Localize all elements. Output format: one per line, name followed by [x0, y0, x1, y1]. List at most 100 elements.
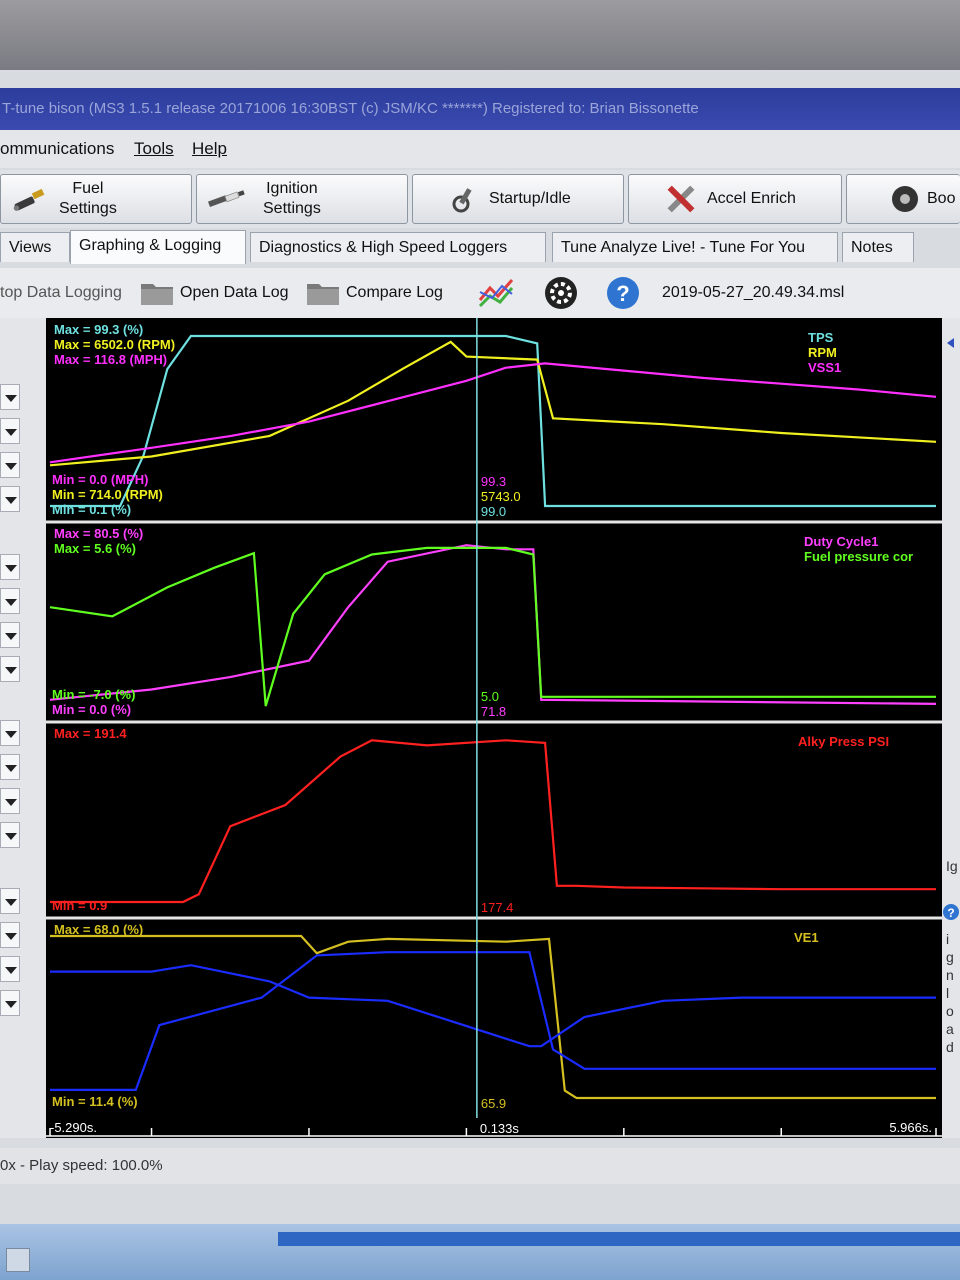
- help-icon[interactable]: ?: [943, 904, 959, 920]
- menu-tools[interactable]: Tools: [134, 130, 174, 168]
- settings-button[interactable]: [544, 268, 578, 318]
- max-label: Max = 5.6 (%): [54, 541, 136, 556]
- max-label: Max = 191.4: [54, 726, 127, 741]
- min-label: Min = -7.0 (%): [52, 687, 135, 702]
- max-label: Max = 80.5 (%): [54, 526, 143, 541]
- help-icon: ?: [607, 277, 639, 309]
- tab-graphing-logging[interactable]: Graphing & Logging: [70, 230, 246, 264]
- right-label: Ig: [946, 858, 958, 874]
- tab-views[interactable]: Views: [0, 232, 70, 262]
- menu-communications[interactable]: ommunications: [0, 130, 114, 168]
- field-selector-dropdown[interactable]: [0, 622, 20, 648]
- startup-idle-label: Startup/Idle: [489, 190, 571, 207]
- cursor-value: 5.0: [481, 689, 499, 704]
- field-selector-dropdown[interactable]: [0, 822, 20, 848]
- legend-label: VSS1: [808, 360, 841, 375]
- field-selector-dropdown[interactable]: [0, 990, 20, 1016]
- menu-help[interactable]: Help: [192, 130, 227, 168]
- help-button[interactable]: ?: [606, 268, 640, 318]
- accel-enrich-button[interactable]: Accel Enrich: [628, 174, 842, 224]
- accel-enrich-label: Accel Enrich: [707, 190, 796, 207]
- legend-label: TPS: [808, 330, 834, 345]
- max-label: Max = 116.8 (MPH): [54, 352, 167, 367]
- min-label: Min = 0.1 (%): [52, 502, 131, 517]
- menu-bar: ommunications Tools Help: [0, 130, 960, 168]
- status-bar: 0x - Play speed: 100.0%: [0, 1148, 960, 1184]
- legend-label: Fuel pressure cor: [804, 549, 913, 564]
- cursor-value: 71.8: [481, 704, 506, 719]
- log-filename: 2019-05-27_20.49.34.msl: [662, 284, 845, 301]
- folder-icon: [141, 284, 173, 305]
- field-selector-dropdown[interactable]: [0, 956, 20, 982]
- fuel-settings-line1: Fuel: [72, 180, 104, 197]
- time-axis-cursor-label: 0.133s: [480, 1121, 520, 1136]
- folder-icon: [307, 284, 339, 305]
- legend-label: VE1: [794, 930, 819, 945]
- boost-label: Boo: [927, 190, 956, 207]
- time-axis-start-label: -5.290s.: [50, 1120, 97, 1135]
- vertical-label-letter: l: [946, 985, 950, 1001]
- field-selector-dropdown[interactable]: [0, 452, 20, 478]
- compare-log-button[interactable]: Compare Log: [306, 268, 443, 318]
- field-selector-dropdown[interactable]: [0, 486, 20, 512]
- svg-text:?: ?: [947, 906, 954, 920]
- legend-label: RPM: [808, 345, 837, 360]
- graph-options-button[interactable]: [478, 268, 516, 318]
- cursor-value: 99.0: [481, 504, 506, 519]
- time-axis-end-label: 5.966s.: [889, 1120, 932, 1135]
- field-selector-dropdown[interactable]: [0, 788, 20, 814]
- vertical-label-letter: d: [946, 1039, 954, 1055]
- field-selector-dropdown[interactable]: [0, 754, 20, 780]
- tools-icon: [663, 184, 699, 214]
- cursor-value: 99.3: [481, 474, 506, 489]
- logging-toolbar: top Data Logging Open Data Log Compare L…: [0, 268, 960, 318]
- svg-text:?: ?: [616, 281, 629, 306]
- field-selector-dropdown[interactable]: [0, 418, 20, 444]
- boost-button[interactable]: Boo: [846, 174, 960, 224]
- tab-notes[interactable]: Notes: [842, 232, 914, 262]
- vertical-label-letter: a: [946, 1021, 954, 1037]
- window-title-bar: T-tune bison (MS3 1.5.1 release 20171006…: [0, 88, 960, 130]
- min-label: Min = 11.4 (%): [52, 1094, 138, 1109]
- max-label: Max = 68.0 (%): [54, 922, 143, 937]
- field-selector-dropdown[interactable]: [0, 720, 20, 746]
- vertical-label-letter: g: [946, 949, 954, 965]
- tab-diagnostics[interactable]: Diagnostics & High Speed Loggers: [250, 232, 546, 262]
- cursor-value: 5743.0: [481, 489, 521, 504]
- open-data-log-label: Open Data Log: [180, 284, 289, 301]
- open-data-log-button[interactable]: Open Data Log: [140, 268, 289, 318]
- taskbar-progress: [278, 1232, 960, 1246]
- field-selector-dropdown[interactable]: [0, 922, 20, 948]
- min-label: Min = 0.9: [52, 898, 107, 913]
- line-chart-icon: [478, 279, 514, 308]
- max-label: Max = 6502.0 (RPM): [54, 337, 175, 352]
- gear-icon: [545, 277, 577, 309]
- field-selector-dropdown[interactable]: [0, 554, 20, 580]
- field-selector-dropdown[interactable]: [0, 588, 20, 614]
- taskbar-app-icon[interactable]: [6, 1248, 30, 1272]
- left-selector-strip: [0, 318, 46, 1138]
- main-toolbar: Fuel Settings Ignition Settings Startup/Id…: [0, 170, 960, 228]
- log-graph[interactable]: Max = 99.3 (%)Max = 6502.0 (RPM)Max = 11…: [46, 318, 942, 1138]
- startup-idle-button[interactable]: Startup/Idle: [412, 174, 624, 224]
- fuel-settings-button[interactable]: Fuel Settings: [0, 174, 192, 224]
- field-selector-dropdown[interactable]: [0, 656, 20, 682]
- stop-data-logging-button[interactable]: top Data Logging: [0, 268, 122, 318]
- cursor-value: 65.9: [481, 1096, 506, 1111]
- ignition-settings-button[interactable]: Ignition Settings: [196, 174, 408, 224]
- fuel-settings-line2: Settings: [59, 200, 117, 217]
- injector-icon: [11, 184, 51, 214]
- ignition-settings-line2: Settings: [263, 200, 321, 217]
- field-selector-dropdown[interactable]: [0, 888, 20, 914]
- min-label: Min = 714.0 (RPM): [52, 487, 163, 502]
- tab-tune-analyze[interactable]: Tune Analyze Live! - Tune For You: [552, 232, 838, 262]
- monitor-bezel: [0, 0, 960, 70]
- spark-plug-icon: [207, 184, 247, 214]
- min-label: Min = 0.0 (MPH): [52, 472, 148, 487]
- compare-log-label: Compare Log: [346, 284, 443, 301]
- window-title: T-tune bison (MS3 1.5.1 release 20171006…: [2, 100, 699, 117]
- turbo-icon: [887, 184, 923, 214]
- collapse-arrow-icon: [947, 338, 954, 348]
- field-selector-dropdown[interactable]: [0, 384, 20, 410]
- vertical-label: ignload: [946, 930, 954, 1056]
